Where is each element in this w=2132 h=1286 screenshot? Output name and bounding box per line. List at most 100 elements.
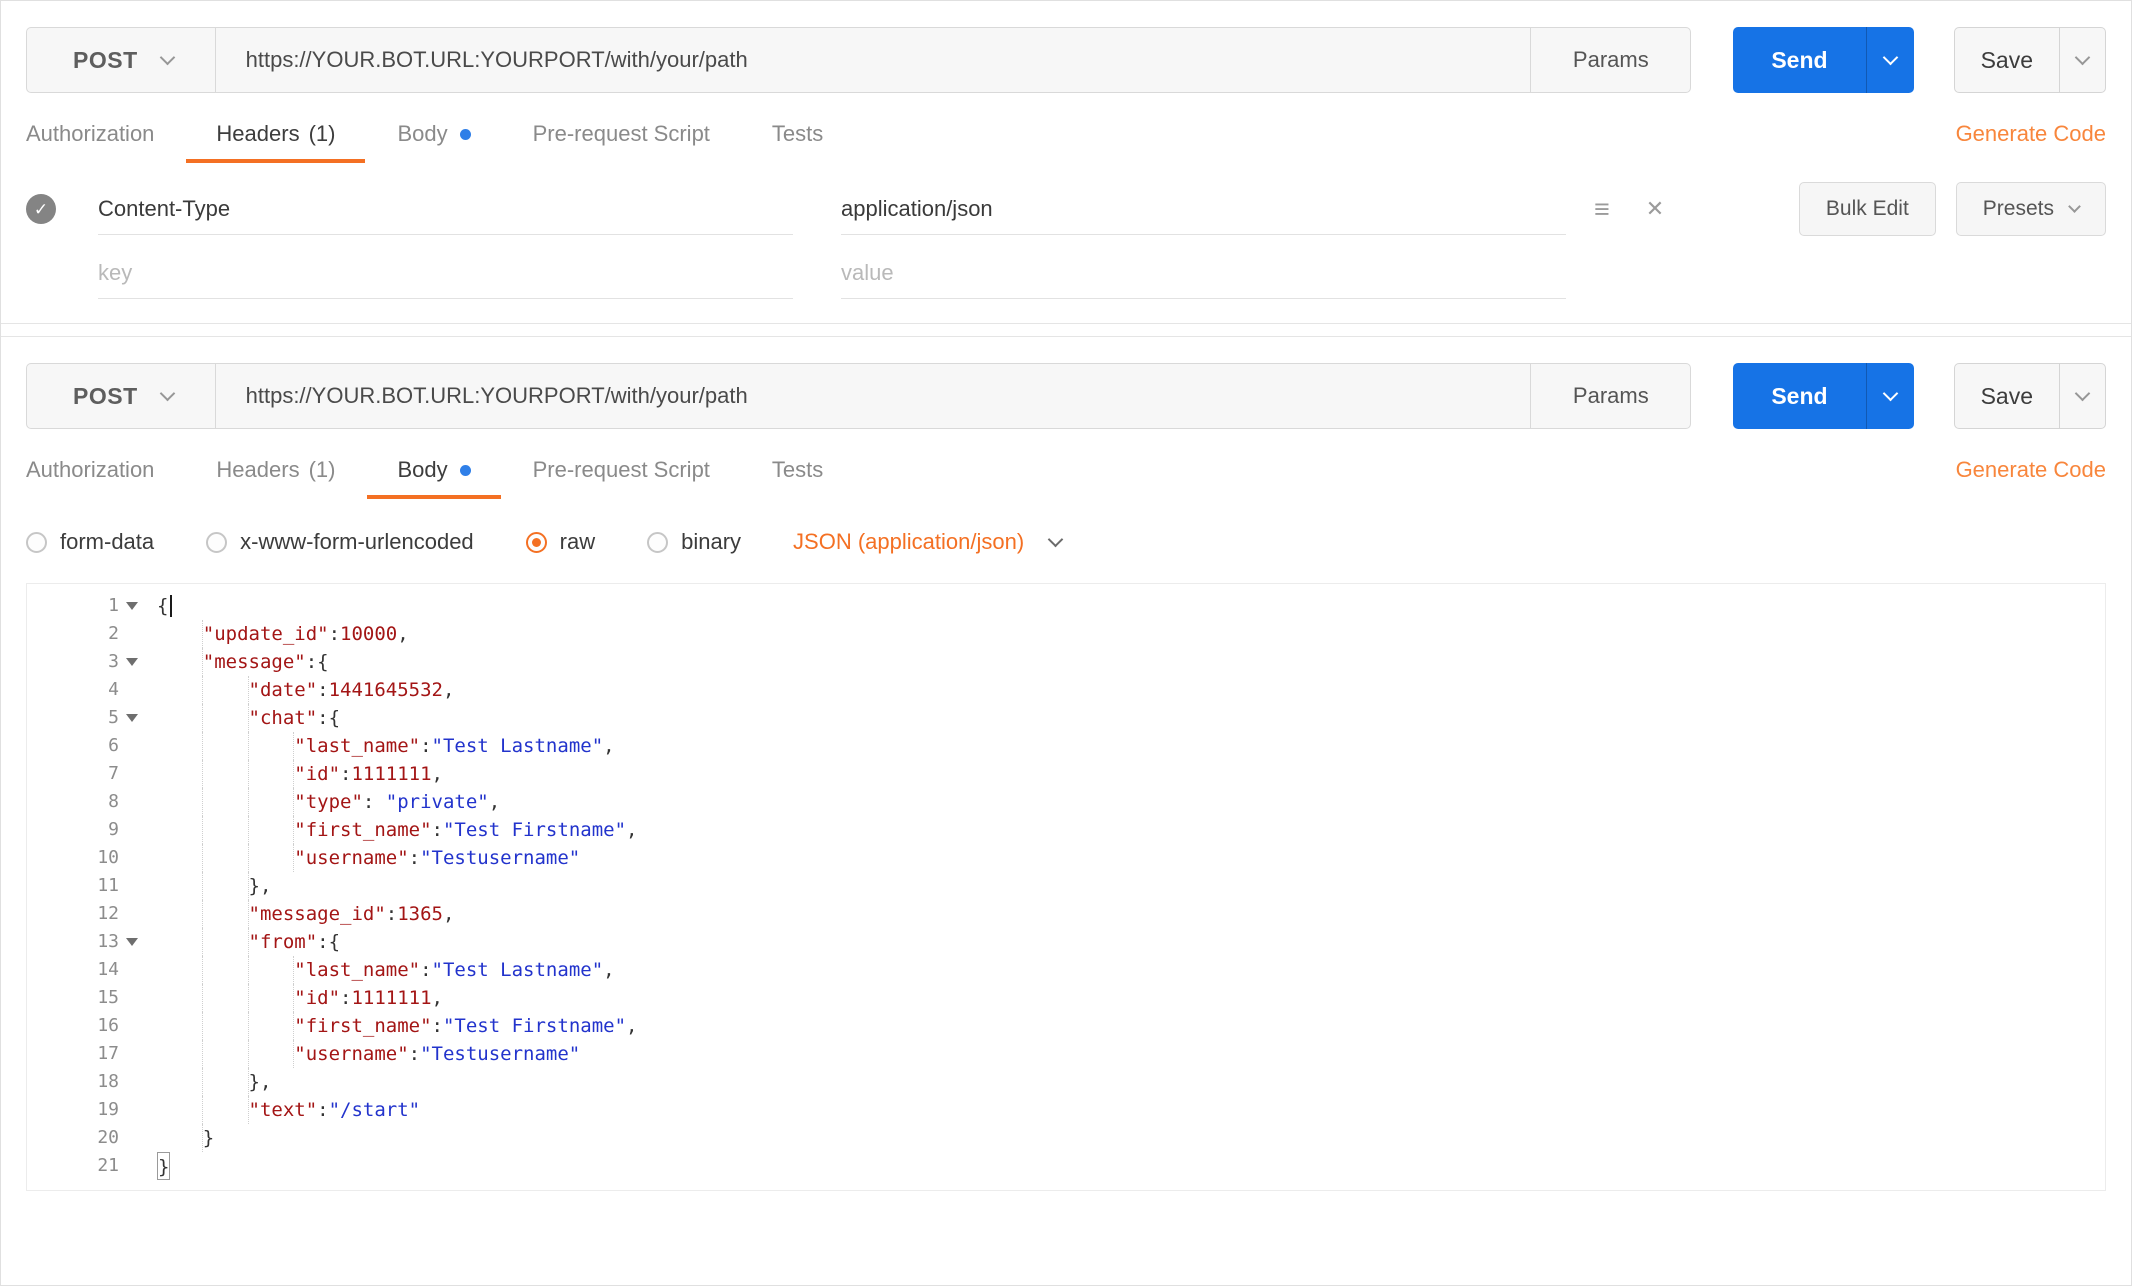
indent-guide (157, 788, 203, 816)
code-line[interactable]: 8 "type": "private", (27, 788, 2105, 816)
code-fold-icon[interactable] (119, 648, 145, 676)
tab-pre-request-script[interactable]: Pre-request Script (533, 457, 710, 499)
indent-guide (157, 872, 203, 900)
send-label[interactable]: Send (1733, 27, 1865, 93)
code-editor[interactable]: 1{2 "update_id":10000, 3 "message":{4 "date"… (26, 583, 2106, 1191)
tab-pre-request-script[interactable]: Pre-request Script (533, 121, 710, 163)
params-button[interactable]: Params (1530, 28, 1690, 92)
code-token: :{ (317, 931, 341, 953)
code-line[interactable]: 14 "last_name": "Test Lastname", (27, 956, 2105, 984)
header-key-input[interactable]: Content-Type (98, 183, 793, 235)
url-input[interactable]: https://YOUR.BOT.URL:YOURPORT/with/your/… (216, 364, 1531, 428)
code-fold-icon[interactable] (119, 704, 145, 732)
indent-guide (203, 676, 249, 704)
indent-guide (203, 760, 249, 788)
code-text: "first_name": "Test Firstname", (145, 816, 637, 844)
save-button[interactable]: Save (1953, 27, 2106, 93)
code-token: , (397, 623, 409, 645)
code-text: "last_name": "Test Lastname", (145, 956, 615, 984)
code-line[interactable]: 17 "username": "Testusername" (27, 1040, 2105, 1068)
url-text: https://YOUR.BOT.URL:YOURPORT/with/your/… (245, 47, 748, 72)
send-dropdown-button[interactable] (1865, 363, 1914, 429)
tab-tests[interactable]: Tests (772, 121, 823, 163)
code-line[interactable]: 2 "update_id":10000, (27, 620, 2105, 648)
tab-headers[interactable]: Headers (1) (216, 457, 335, 499)
code-token: 1111111 (351, 987, 432, 1009)
code-fold-slot (119, 984, 145, 1012)
save-label[interactable]: Save (1955, 364, 2059, 428)
new-header-value-input[interactable]: value (841, 247, 1566, 299)
save-dropdown-button[interactable] (2059, 28, 2105, 92)
code-token: "message_id" (248, 903, 386, 925)
code-fold-slot (119, 872, 145, 900)
radio-form-data[interactable]: form-data (26, 529, 154, 555)
tab-tests[interactable]: Tests (772, 457, 823, 499)
code-token: 1111111 (351, 763, 432, 785)
header-value-input[interactable]: application/json (841, 183, 1566, 235)
line-number: 6 (108, 735, 119, 756)
code-line[interactable]: 21} (27, 1152, 2105, 1180)
body-dot-indicator (459, 464, 471, 476)
header-enabled-checkbox[interactable]: ✓ (26, 194, 56, 224)
url-input[interactable]: https://YOUR.BOT.URL:YOURPORT/with/your/… (216, 28, 1531, 92)
tab-authorization[interactable]: Authorization (26, 121, 154, 163)
code-line[interactable]: 1{ (27, 592, 2105, 620)
code-line[interactable]: 3 "message":{ (27, 648, 2105, 676)
request-tabs-row: Authorization Headers (1) Body Pre-reques… (26, 121, 2106, 163)
code-line[interactable]: 16 "first_name": "Test Firstname", (27, 1012, 2105, 1040)
save-button[interactable]: Save (1953, 363, 2106, 429)
radio-x-www-form-urlencoded[interactable]: x-www-form-urlencoded (206, 529, 474, 555)
code-text: "chat":{ (145, 704, 340, 732)
indent-guide (203, 844, 249, 872)
code-line[interactable]: 7 "id":1111111, (27, 760, 2105, 788)
indent-guide (203, 732, 249, 760)
indent-guide (157, 844, 203, 872)
send-dropdown-button[interactable] (1865, 27, 1914, 93)
chevron-down-icon (2068, 199, 2081, 213)
code-line[interactable]: 10 "username": "Testusername" (27, 844, 2105, 872)
code-line[interactable]: 13 "from":{ (27, 928, 2105, 956)
code-token: : (408, 847, 421, 869)
method-select[interactable]: POST (27, 28, 216, 92)
code-line[interactable]: 18}, (27, 1068, 2105, 1096)
code-token: : (431, 819, 443, 841)
code-fold-icon[interactable] (119, 928, 145, 956)
radio-raw[interactable]: raw (525, 529, 595, 555)
row-delete-icon[interactable]: ✕ (1646, 198, 1664, 220)
panel-divider (1, 324, 2131, 336)
code-line[interactable]: 20} (27, 1124, 2105, 1152)
radio-binary[interactable]: binary (647, 529, 741, 555)
save-dropdown-button[interactable] (2059, 364, 2105, 428)
line-number-gutter: 7 (27, 760, 145, 788)
code-line[interactable]: 4 "date":1441645532, (27, 676, 2105, 704)
send-button[interactable]: Send (1733, 27, 1914, 93)
method-select[interactable]: POST (27, 364, 216, 428)
send-button[interactable]: Send (1733, 363, 1914, 429)
generate-code-link[interactable]: Generate Code (1956, 121, 2106, 147)
code-fold-icon[interactable] (119, 592, 145, 620)
code-line[interactable]: 15 "id":1111111, (27, 984, 2105, 1012)
new-header-key-input[interactable]: key (98, 247, 793, 299)
presets-button[interactable]: Presets (1955, 182, 2106, 236)
row-menu-icon[interactable]: ≡ (1594, 195, 1610, 223)
code-line[interactable]: 11}, (27, 872, 2105, 900)
code-fold-slot (119, 1068, 145, 1096)
tab-body[interactable]: Body (397, 121, 471, 163)
save-label[interactable]: Save (1955, 28, 2059, 92)
indent-guide (249, 732, 295, 760)
code-line[interactable]: 19 "text": "/start" (27, 1096, 2105, 1124)
generate-code-link[interactable]: Generate Code (1956, 457, 2106, 483)
bulk-edit-button[interactable]: Bulk Edit (1798, 182, 1936, 236)
code-line[interactable]: 5 "chat":{ (27, 704, 2105, 732)
request-panel-headers: POST https://YOUR.BOT.URL:YOURPORT/with/… (1, 1, 2131, 324)
content-type-dropdown[interactable]: JSON (application/json) (793, 529, 1064, 555)
params-button[interactable]: Params (1530, 364, 1690, 428)
code-line[interactable]: 9 "first_name": "Test Firstname", (27, 816, 2105, 844)
code-token: "Test Lastname" (431, 735, 604, 757)
send-label[interactable]: Send (1733, 363, 1865, 429)
tab-authorization[interactable]: Authorization (26, 457, 154, 499)
tab-headers[interactable]: Headers (1) (186, 121, 366, 163)
tab-body[interactable]: Body (367, 457, 501, 499)
code-line[interactable]: 12 "message_id":1365, (27, 900, 2105, 928)
code-line[interactable]: 6 "last_name": "Test Lastname", (27, 732, 2105, 760)
